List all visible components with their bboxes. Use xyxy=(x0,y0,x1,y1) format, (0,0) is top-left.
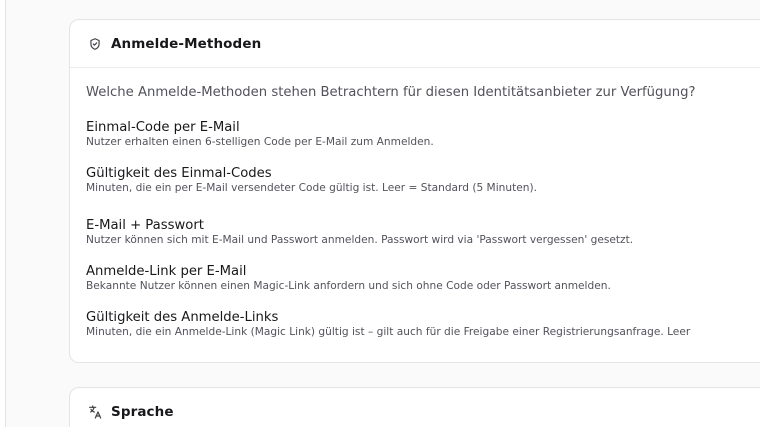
option-description: Bekannte Nutzer können einen Magic-Link … xyxy=(86,280,611,292)
settings-page: Anmelde-Methoden Welche Anmelde-Methoden… xyxy=(0,0,760,427)
language-title: Sprache xyxy=(111,404,174,420)
language-card: Sprache xyxy=(69,387,760,427)
option-description: Minuten, die ein Anmelde-Link (Magic Lin… xyxy=(86,326,691,338)
option-description: Minuten, die ein per E-Mail versendeter … xyxy=(86,182,537,194)
option-email-code: Einmal-Code per E-Mail Nutzer erhalten e… xyxy=(86,120,434,149)
login-methods-title: Anmelde-Methoden xyxy=(111,35,262,52)
login-methods-body: Welche Anmelde-Methoden stehen Betrachte… xyxy=(70,68,760,100)
sidebar-edge xyxy=(0,0,6,427)
translate-icon xyxy=(87,404,103,420)
option-title: Gültigkeit des Einmal-Codes xyxy=(86,166,272,181)
language-header: Sprache xyxy=(70,388,760,427)
shield-check-icon xyxy=(87,36,103,52)
option-code-validity: Gültigkeit des Einmal-Codes Minuten, die… xyxy=(86,166,537,195)
option-link-validity: Gültigkeit des Anmelde-Links Minuten, di… xyxy=(86,310,690,339)
option-title: Anmelde-Link per E-Mail xyxy=(86,264,247,279)
option-title: Einmal-Code per E-Mail xyxy=(86,120,240,135)
option-title: E-Mail + Passwort xyxy=(86,218,204,233)
login-methods-question: Welche Anmelde-Methoden stehen Betrachte… xyxy=(86,85,696,100)
option-title: Gültigkeit des Anmelde-Links xyxy=(86,310,279,325)
login-methods-card: Anmelde-Methoden Welche Anmelde-Methoden… xyxy=(69,19,760,363)
option-magic-link: Anmelde-Link per E-Mail Bekannte Nutzer … xyxy=(86,264,611,293)
option-description: Nutzer erhalten einen 6-stelligen Code p… xyxy=(86,136,434,148)
option-email-password: E-Mail + Passwort Nutzer können sich mit… xyxy=(86,218,633,247)
login-methods-header: Anmelde-Methoden xyxy=(70,20,760,68)
option-description: Nutzer können sich mit E-Mail und Passwo… xyxy=(86,234,634,246)
